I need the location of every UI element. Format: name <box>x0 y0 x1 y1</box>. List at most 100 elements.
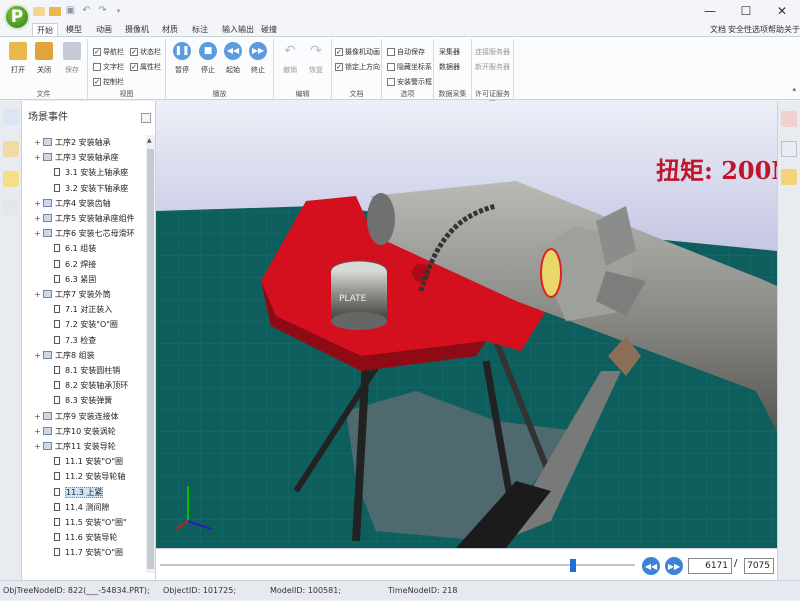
camera-animation-checkbox[interactable]: ✓ 摄像机动画 <box>335 46 380 57</box>
pause-button[interactable]: ❚❚ 暂停 <box>168 42 196 75</box>
new-server-button[interactable]: 新开服务器 <box>475 62 510 72</box>
start-button[interactable]: ◀◀ 起始 <box>219 42 247 75</box>
tree-item-row[interactable]: 11.6 安装导轮 <box>52 530 117 545</box>
tree-group-row[interactable]: + 工序10 安装涡轮 <box>34 424 116 439</box>
status-bar-checkbox[interactable]: ✓ 状态栏 <box>130 46 161 57</box>
new-file-icon[interactable] <box>32 4 45 17</box>
redo-button[interactable]: ↷ 恢复 <box>302 42 330 75</box>
tree-group-row[interactable]: + 工序6 安装七芯母滑环 <box>34 226 135 241</box>
menu-security[interactable]: 安全性 <box>728 23 752 36</box>
control-bar-checkbox[interactable]: ✓ 控制栏 <box>93 76 124 87</box>
tree-item-row[interactable]: 6.1 组装 <box>52 241 96 256</box>
tab-animation[interactable]: 动画 <box>92 23 116 36</box>
minimize-button[interactable]: — <box>692 0 728 22</box>
expand-icon[interactable]: + <box>34 135 41 150</box>
warning-box-checkbox[interactable]: 安装警示框 <box>387 76 432 87</box>
tree-group-row[interactable]: + 工序3 安装轴承座 <box>34 150 119 165</box>
tree-item-row[interactable]: 11.1 安装"O"圈 <box>52 454 123 469</box>
tab-collision[interactable]: 碰撞 <box>257 23 281 36</box>
stop-button[interactable]: ■ 停止 <box>194 42 222 75</box>
document-icon[interactable] <box>781 141 797 157</box>
menu-options[interactable]: 选项 <box>752 23 768 36</box>
pencil-icon[interactable] <box>3 199 19 215</box>
tree-item-row[interactable]: 11.4 测间隙 <box>52 500 109 515</box>
notes-icon[interactable] <box>781 169 797 185</box>
panel-pin-icon[interactable] <box>141 113 151 123</box>
menu-help[interactable]: 帮助 <box>768 23 784 36</box>
undo-icon[interactable]: ↶ <box>80 4 93 17</box>
tab-camera[interactable]: 摄像机 <box>121 23 153 36</box>
text-bar-checkbox[interactable]: 文字栏 <box>93 61 124 72</box>
qat-dropdown-icon[interactable]: ▾ <box>112 4 125 17</box>
tree-item-row[interactable]: 3.2 安装下轴承座 <box>52 181 128 196</box>
expand-icon[interactable]: + <box>34 424 41 439</box>
property-bar-checkbox[interactable]: ✓ 属性栏 <box>130 61 161 72</box>
close-file-button[interactable]: 关闭 <box>30 42 58 75</box>
save-icon[interactable]: ▣ <box>64 4 77 17</box>
tree-item-row[interactable]: 8.1 安装圆柱销 <box>52 363 120 378</box>
current-frame-field[interactable]: 6171 <box>688 558 732 574</box>
tree-item-row[interactable]: 11.3 上紧 <box>52 485 104 500</box>
expand-icon[interactable]: + <box>34 348 41 363</box>
tree-view-icon[interactable] <box>3 109 19 125</box>
scroll-thumb[interactable] <box>147 149 154 569</box>
tree-scrollbar[interactable]: ▲ <box>146 135 155 573</box>
ribbon-collapse-icon[interactable]: ▴ <box>792 85 796 93</box>
expand-icon[interactable]: + <box>34 409 41 424</box>
menu-document[interactable]: 文档 <box>710 23 726 36</box>
tree-item-row[interactable]: 6.3 紧固 <box>52 272 96 287</box>
checklist-icon[interactable] <box>3 171 19 187</box>
close-button[interactable]: ✕ <box>764 0 800 22</box>
tree-group-row[interactable]: + 工序9 安装连接体 <box>34 409 119 424</box>
prev-frame-button[interactable]: ◀◀ <box>642 557 660 575</box>
tree-group-row[interactable]: + 工序11 安装导轮 <box>34 439 116 454</box>
tab-annotation[interactable]: 标注 <box>188 23 212 36</box>
tab-io[interactable]: 输入输出 <box>218 23 258 36</box>
autosave-checkbox[interactable]: 自动保存 <box>387 46 425 57</box>
collector-button[interactable]: 采集器 <box>439 47 460 57</box>
nav-bar-checkbox[interactable]: ✓ 导航栏 <box>93 46 124 57</box>
expand-icon[interactable]: + <box>34 196 41 211</box>
tree-item-row[interactable]: 11.7 安装"O"圈 <box>52 545 123 560</box>
tree-item-row[interactable]: 11.2 安装导轮轴 <box>52 469 125 484</box>
redo-icon[interactable]: ↷ <box>96 4 109 17</box>
next-frame-button[interactable]: ▶▶ <box>665 557 683 575</box>
tree-item-row[interactable]: 7.3 检查 <box>52 333 96 348</box>
tree-item-row[interactable]: 7.1 对正装入 <box>52 302 112 317</box>
expand-icon[interactable]: + <box>34 211 41 226</box>
app-logo[interactable]: P <box>4 4 30 30</box>
expand-icon[interactable]: + <box>34 150 41 165</box>
hide-axis-checkbox[interactable]: 隐藏坐标系 <box>387 61 432 72</box>
open-folder-icon[interactable] <box>48 4 61 17</box>
expand-icon[interactable]: + <box>34 287 41 302</box>
tab-start[interactable]: 开始 <box>32 23 58 36</box>
measure-icon[interactable] <box>781 111 797 127</box>
tree-item-row[interactable]: 8.3 安装弹簧 <box>52 393 112 408</box>
timeline-track[interactable] <box>160 564 635 566</box>
scene-events-icon[interactable] <box>3 141 19 157</box>
expand-icon[interactable]: + <box>34 226 41 241</box>
tree-group-row[interactable]: + 工序7 安装外筒 <box>34 287 111 302</box>
undo-button[interactable]: ↶ 撤销 <box>276 42 304 75</box>
3d-viewport[interactable]: PLATE 扭矩: 200Nm <box>156 101 777 548</box>
tree-item-row[interactable]: 7.2 安装"O"圈 <box>52 317 118 332</box>
tree-item-row[interactable]: 8.2 安装轴承顶环 <box>52 378 128 393</box>
connect-server-button[interactable]: 连接服务器 <box>475 47 510 57</box>
tree-group-row[interactable]: + 工序2 安装轴承 <box>34 135 111 150</box>
expand-icon[interactable]: + <box>34 439 41 454</box>
timeline-thumb[interactable] <box>570 559 577 572</box>
lock-up-checkbox[interactable]: ✓ 锁定上方向 <box>335 61 380 72</box>
open-button[interactable]: 打开 <box>4 42 32 75</box>
menu-about[interactable]: 关于 <box>784 23 800 36</box>
tree-item-row[interactable]: 3.1 安装上轴承座 <box>52 165 128 180</box>
tree-group-row[interactable]: + 工序5 安装轴承座组件 <box>34 211 135 226</box>
tree-item-row[interactable]: 6.2 焊接 <box>52 257 96 272</box>
save-button[interactable]: 保存 <box>58 42 86 75</box>
maximize-button[interactable]: ☐ <box>728 0 764 22</box>
tab-material[interactable]: 材质 <box>158 23 182 36</box>
tab-model[interactable]: 模型 <box>62 23 86 36</box>
end-button[interactable]: ▶▶ 终止 <box>244 42 272 75</box>
tree-group-row[interactable]: + 工序8 组装 <box>34 348 95 363</box>
data-button[interactable]: 数据器 <box>439 62 460 72</box>
tree-group-row[interactable]: + 工序4 安装齿轴 <box>34 196 111 211</box>
